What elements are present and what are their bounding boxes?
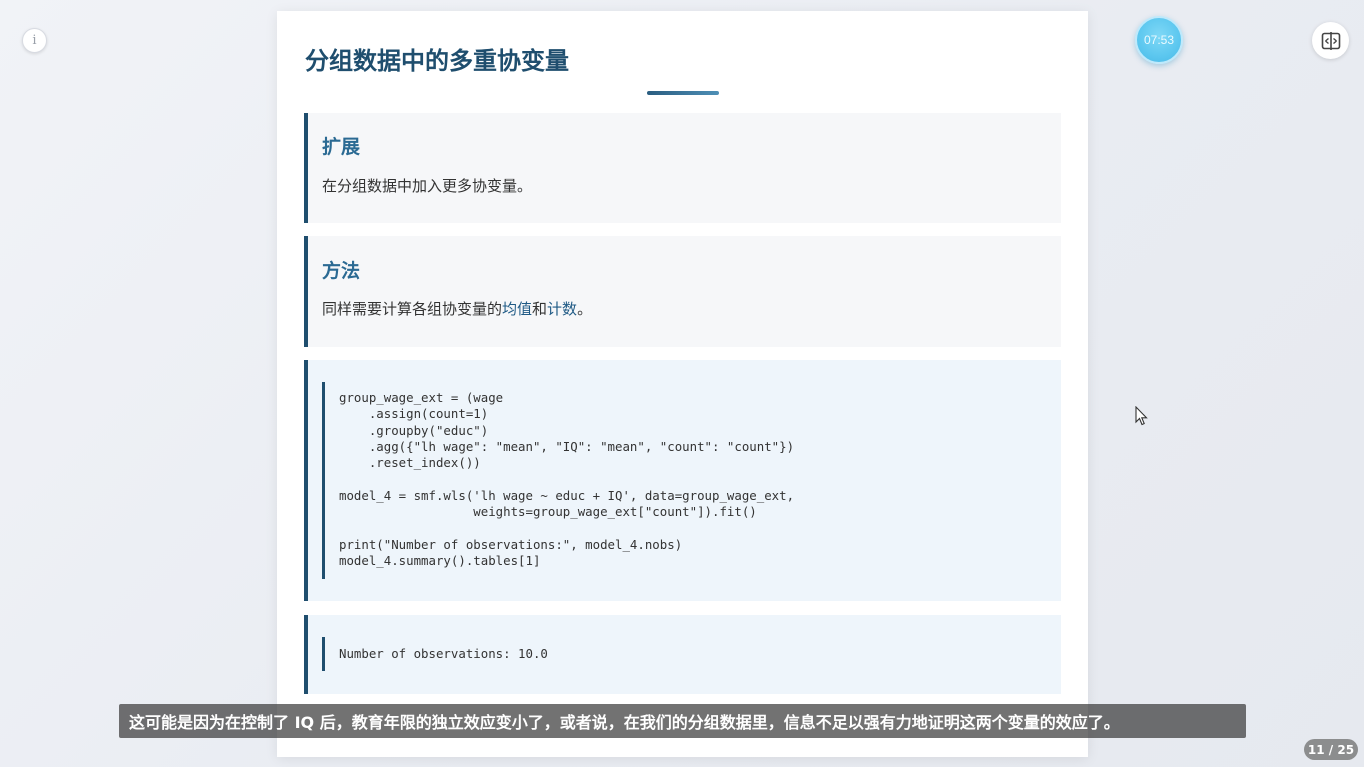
timer-badge: 07:53 bbox=[1135, 16, 1183, 64]
title-underline bbox=[647, 91, 719, 95]
extend-heading: 扩展 bbox=[322, 136, 361, 158]
method-text: 同样需要计算各组协变量的均值和计数。 bbox=[322, 298, 592, 319]
term-count: 计数 bbox=[547, 300, 578, 318]
method-text-before: 同样需要计算各组协变量的 bbox=[322, 300, 503, 318]
code-text: group_wage_ext = (wage .assign(count=1) … bbox=[339, 390, 795, 568]
method-heading: 方法 bbox=[322, 260, 361, 282]
info-icon: i bbox=[32, 33, 37, 48]
method-card: 方法 同样需要计算各组协变量的均值和计数。 bbox=[304, 236, 1061, 347]
extend-text: 在分组数据中加入更多协变量。 bbox=[322, 177, 533, 195]
timer-text: 07:53 bbox=[1143, 33, 1175, 47]
slide-title: 分组数据中的多重协变量 bbox=[305, 47, 569, 75]
split-view-button[interactable] bbox=[1312, 22, 1349, 59]
method-joiner: 和 bbox=[532, 300, 548, 318]
code-block: group_wage_ext = (wage .assign(count=1) … bbox=[304, 360, 1061, 601]
code-content: group_wage_ext = (wage .assign(count=1) … bbox=[322, 382, 794, 579]
extend-card: 扩展 在分组数据中加入更多协变量。 bbox=[304, 113, 1061, 223]
term-mean: 均值 bbox=[502, 300, 533, 318]
mouse-cursor-icon bbox=[1135, 406, 1148, 426]
output-text: Number of observations: 10.0 bbox=[339, 646, 548, 661]
split-view-icon bbox=[1321, 31, 1340, 50]
slide: 分组数据中的多重协变量 扩展 在分组数据中加入更多协变量。 方法 同样需要计算各… bbox=[277, 11, 1088, 757]
output-content: Number of observations: 10.0 bbox=[322, 637, 548, 671]
method-text-after: 。 bbox=[577, 300, 593, 318]
subtitle-caption: 这可能是因为在控制了 IQ 后，教育年限的独立效应变小了，或者说，在我们的分组数… bbox=[119, 704, 1246, 738]
info-button[interactable]: i bbox=[22, 28, 47, 53]
output-block: Number of observations: 10.0 bbox=[304, 615, 1061, 694]
page-counter: 11 / 25 bbox=[1304, 739, 1358, 760]
